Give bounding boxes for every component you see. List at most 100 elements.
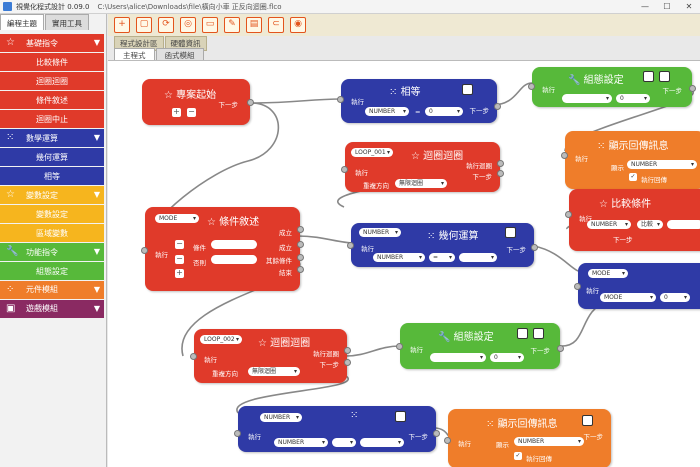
palette-category[interactable]: ⁙ 數學運算 ▼ bbox=[0, 128, 104, 148]
mode-select[interactable]: MODE bbox=[155, 214, 199, 223]
palette-category[interactable]: ⁘ 元件模組 ▼ bbox=[0, 280, 104, 300]
palette-item[interactable]: 組態設定 bbox=[0, 261, 104, 281]
ok2-port[interactable] bbox=[297, 241, 304, 248]
toolbar-button[interactable]: ▤ bbox=[246, 17, 262, 33]
add-icon[interactable]: + bbox=[175, 269, 184, 278]
palette-item[interactable]: 迴圈中止 bbox=[0, 109, 104, 129]
play-icon[interactable] bbox=[533, 328, 544, 339]
block-project-start[interactable]: ☆ 專案起始 下一步 + − bbox=[142, 79, 254, 125]
input-port[interactable] bbox=[190, 353, 197, 360]
operator-select[interactable]: = bbox=[429, 253, 455, 262]
operator-select[interactable]: 比較 bbox=[637, 220, 663, 229]
add-icon[interactable]: + bbox=[172, 108, 181, 117]
tab-utilities[interactable]: 實用工具 bbox=[45, 14, 89, 30]
toolbar-button[interactable]: ⟳ bbox=[158, 17, 174, 33]
end-port[interactable] bbox=[297, 266, 304, 273]
input-port[interactable] bbox=[347, 242, 354, 249]
value-select[interactable]: 0 bbox=[425, 107, 463, 116]
direction-select[interactable]: 無限迴圈 bbox=[248, 367, 300, 376]
block-geometry[interactable]: NUMBER ⁙ 幾何運算 執行 NUMBER = 下一步 bbox=[347, 223, 538, 267]
input-port[interactable] bbox=[396, 343, 403, 350]
palette-item[interactable]: 相等 bbox=[0, 166, 104, 186]
output-port[interactable] bbox=[531, 244, 538, 251]
output-port[interactable] bbox=[433, 430, 440, 437]
toolbar-button[interactable]: ▭ bbox=[202, 17, 218, 33]
output-port[interactable] bbox=[497, 170, 504, 177]
block-config-setting-2[interactable]: 🔧 組態設定 執行 0 下一步 bbox=[396, 323, 564, 369]
block-loop-1[interactable]: LOOP_001 ☆ 迴圈迴圈 執行 執行迴圈 下一步 重複方向 無限迴圈 bbox=[341, 142, 504, 192]
input-port[interactable] bbox=[574, 283, 581, 290]
else-field[interactable] bbox=[211, 255, 257, 264]
ok-port[interactable] bbox=[297, 226, 304, 233]
condition-field[interactable] bbox=[211, 240, 257, 249]
input-port[interactable] bbox=[561, 152, 568, 159]
block-loop-2[interactable]: LOOP_002 ☆ 迴圈迴圈 執行 執行迴圈 下一步 重複方向 無限迴圈 bbox=[190, 329, 351, 383]
chevron-down-icon[interactable]: ▼ bbox=[94, 190, 100, 199]
toolbar-button[interactable]: ▢ bbox=[136, 17, 152, 33]
block-show-message-1[interactable]: ⁙ 顯示回傳訊息 執行 顯示 NUMBER ✓ 執行回傳 bbox=[561, 131, 700, 189]
value-select[interactable] bbox=[360, 438, 404, 447]
save-icon[interactable] bbox=[643, 71, 654, 82]
output-port[interactable] bbox=[494, 103, 501, 110]
operator-select[interactable] bbox=[332, 438, 356, 447]
value-field[interactable] bbox=[667, 220, 700, 229]
output-port[interactable] bbox=[247, 99, 254, 106]
loop-port[interactable] bbox=[344, 347, 351, 354]
loop-port[interactable] bbox=[497, 160, 504, 167]
block-variable-bottom[interactable]: NUMBER ⁙ 執行 NUMBER 下一步 bbox=[234, 406, 440, 452]
mode-select[interactable]: NUMBER bbox=[359, 228, 401, 237]
close-button[interactable]: ✕ bbox=[678, 0, 700, 14]
toolbar-button[interactable]: + bbox=[114, 17, 130, 33]
input-port[interactable] bbox=[528, 83, 535, 90]
block-compare[interactable]: ☆ 比較條件 執行 NUMBER 比較 下一步 bbox=[565, 189, 700, 251]
palette-item[interactable]: 變數設定 bbox=[0, 204, 104, 224]
minimize-button[interactable]: — bbox=[634, 0, 656, 14]
input-port[interactable] bbox=[444, 437, 451, 444]
checkbox[interactable]: ✓ bbox=[629, 173, 637, 181]
toolbar-button[interactable]: ◉ bbox=[290, 17, 306, 33]
input-port[interactable] bbox=[141, 247, 148, 254]
direction-select[interactable]: 無限迴圈 bbox=[395, 179, 447, 188]
palette-item[interactable]: 區域變數 bbox=[0, 223, 104, 243]
type-select[interactable]: NUMBER bbox=[587, 220, 631, 229]
chevron-down-icon[interactable]: ▼ bbox=[94, 247, 100, 256]
mode-select[interactable]: NUMBER bbox=[260, 413, 302, 422]
chevron-down-icon[interactable]: ▼ bbox=[94, 38, 100, 47]
type-select[interactable]: NUMBER bbox=[365, 107, 409, 116]
loop-name-select[interactable]: LOOP_001 bbox=[351, 148, 393, 157]
remove-icon[interactable]: − bbox=[175, 240, 184, 249]
output-port[interactable] bbox=[557, 345, 564, 352]
setting-field[interactable] bbox=[562, 94, 612, 103]
mode-select[interactable]: MODE bbox=[588, 269, 628, 278]
input-port[interactable] bbox=[341, 166, 348, 173]
value-select[interactable]: 0 bbox=[660, 293, 690, 302]
palette-category[interactable]: ☆ 變數設定 ▼ bbox=[0, 185, 104, 205]
palette-category[interactable]: 🔧 功能指令 ▼ bbox=[0, 242, 104, 262]
input-port[interactable] bbox=[565, 211, 572, 218]
value-select[interactable] bbox=[459, 253, 497, 262]
chevron-down-icon[interactable]: ▼ bbox=[94, 133, 100, 142]
block-config-setting[interactable]: 🔧 組態設定 執行 0 下一步 bbox=[528, 67, 696, 107]
type-select[interactable]: NUMBER bbox=[373, 253, 425, 262]
save-icon[interactable] bbox=[517, 328, 528, 339]
palette-item[interactable]: 條件敘述 bbox=[0, 90, 104, 110]
setting-field[interactable] bbox=[430, 353, 486, 362]
program-canvas[interactable]: ☆ 專案起始 下一步 + − ⁙ 相等 執行 NUMBER = 0 下一步 🔧 … bbox=[108, 60, 700, 467]
checkbox[interactable]: ✓ bbox=[514, 452, 522, 460]
output-port[interactable] bbox=[689, 85, 696, 92]
palette-category[interactable]: ☆ 基礎指令 ▼ bbox=[0, 34, 104, 53]
toolbar-button[interactable]: ⊂ bbox=[268, 17, 284, 33]
remove-icon[interactable]: − bbox=[175, 255, 184, 264]
palette-item[interactable]: 比較條件 bbox=[0, 52, 104, 72]
type-select[interactable]: NUMBER bbox=[514, 437, 584, 446]
loop-name-select[interactable]: LOOP_002 bbox=[200, 335, 242, 344]
input-port[interactable] bbox=[337, 96, 344, 103]
play-icon[interactable] bbox=[659, 71, 670, 82]
type-select[interactable]: NUMBER bbox=[274, 438, 328, 447]
type-select[interactable]: NUMBER bbox=[627, 160, 697, 169]
save-icon[interactable] bbox=[462, 84, 473, 95]
block-condition[interactable]: MODE ☆ 條件敘述 執行 − 條件 − 否則 + 成立 成立 其餘條件 結束 bbox=[141, 207, 304, 291]
toolbar-button[interactable]: ◎ bbox=[180, 17, 196, 33]
input-port[interactable] bbox=[234, 430, 241, 437]
block-equal[interactable]: ⁙ 相等 執行 NUMBER = 0 下一步 bbox=[337, 79, 501, 123]
